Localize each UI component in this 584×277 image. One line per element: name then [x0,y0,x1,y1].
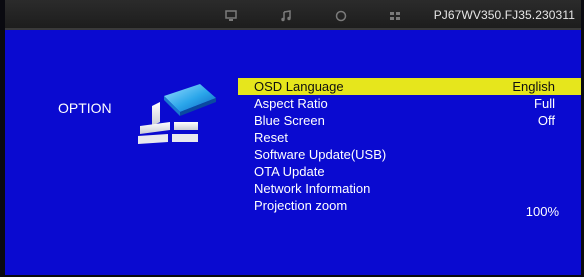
menu-item-network-information[interactable]: Network Information [238,180,581,197]
music-note-icon[interactable] [280,9,292,22]
menu-item-osd-language[interactable]: OSD Language English [238,78,581,95]
section-title: OPTION [58,100,112,116]
grid-icon[interactable] [389,9,401,21]
menu-item-value: Off [537,113,555,128]
osd-screen: PJ67WV350.FJ35.230311 OPTION OSD Languag… [5,0,581,275]
menu-item-blue-screen[interactable]: Blue Screen Off [238,112,581,129]
menu-item-label: Blue Screen [254,113,325,128]
menu-item-value: Full [534,96,555,111]
menu-item-projection-zoom[interactable]: Projection zoom 100% [238,197,581,219]
menu-item-reset[interactable]: Reset [238,129,581,146]
menu-item-label: OSD Language [254,79,344,94]
menu-item-ota-update[interactable]: OTA Update [238,163,581,180]
monitor-icon[interactable] [225,9,237,21]
menu-item-software-update[interactable]: Software Update(USB) [238,146,581,163]
top-bar: PJ67WV350.FJ35.230311 [5,0,581,30]
firmware-version: PJ67WV350.FJ35.230311 [433,8,575,22]
menu-item-label: Network Information [254,181,371,196]
menu-item-label: Software Update(USB) [254,147,387,162]
topbar-divider [5,28,581,30]
option-menu: OSD Language English Aspect Ratio Full B… [238,78,581,219]
menu-item-label: Projection zoom [254,198,348,213]
menu-item-aspect-ratio[interactable]: Aspect Ratio Full [238,95,581,112]
menu-item-label: Aspect Ratio [254,96,328,111]
option-cube-icon [138,84,216,144]
menu-item-label: OTA Update [254,164,325,179]
menu-item-value: English [512,79,555,94]
menu-item-value: 100% [525,204,559,219]
menu-item-label: Reset [254,130,288,145]
clock-icon[interactable] [335,9,347,22]
